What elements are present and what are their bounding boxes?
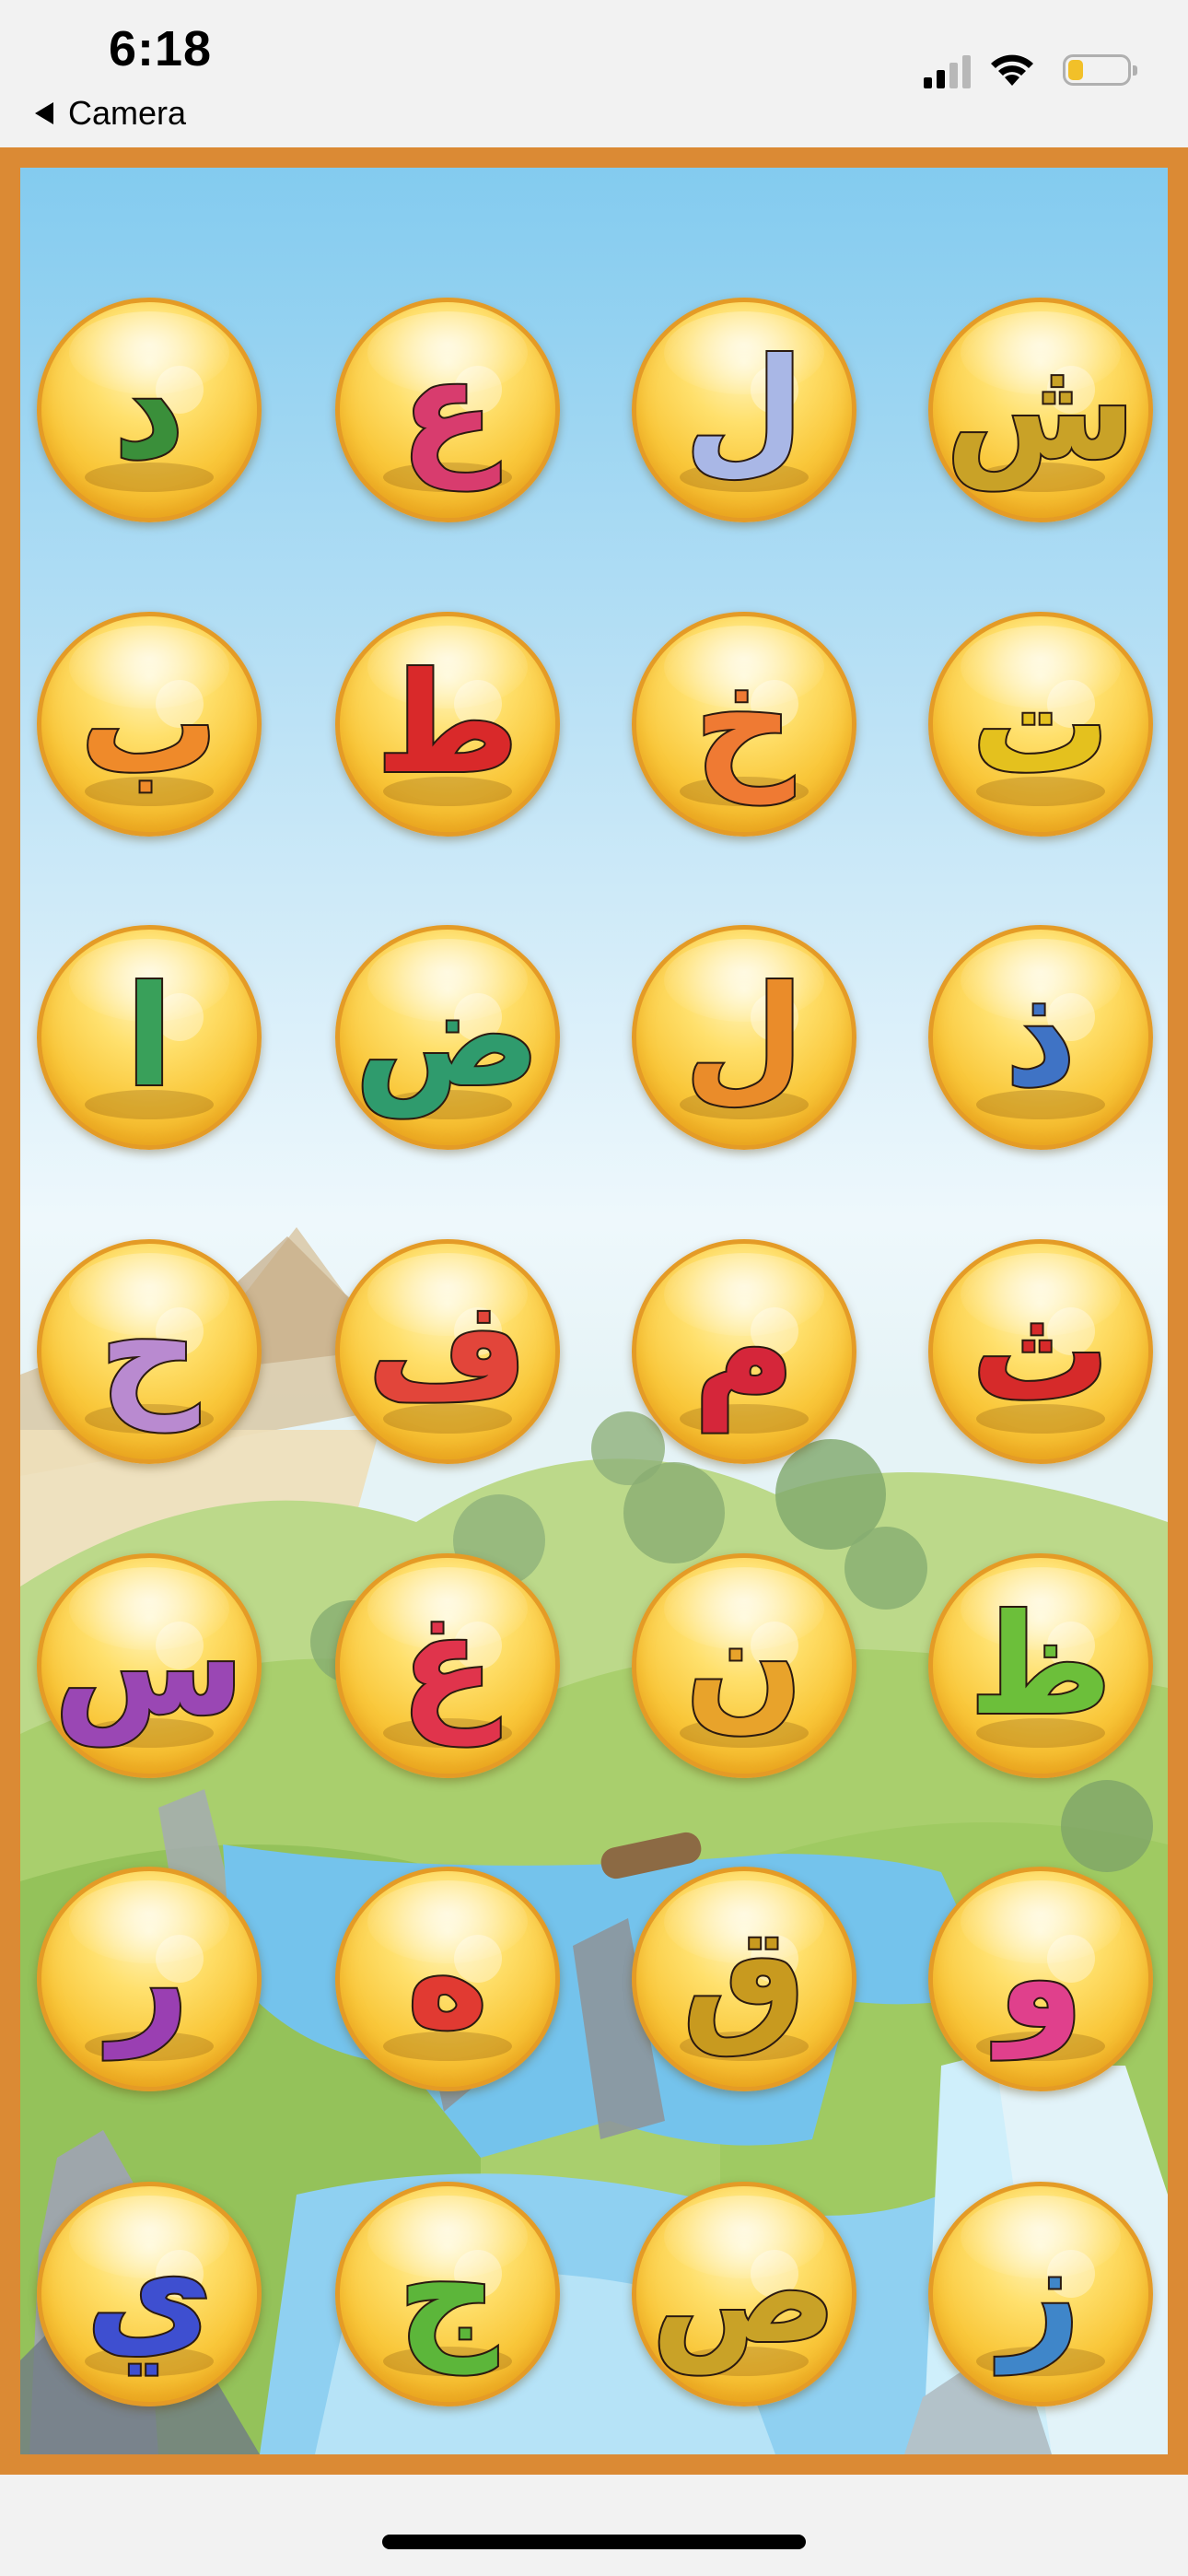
- boy-playing-instrument-icon: [680, 366, 809, 492]
- status-bar: 6:18 Camera: [0, 0, 1188, 147]
- letter-tile-peacock[interactable]: ط: [335, 612, 560, 837]
- woman-in-dress-icon: [383, 1622, 512, 1748]
- turtle-icon: [85, 1622, 214, 1748]
- queen-on-sofa-icon: [976, 680, 1105, 806]
- letter-tile-turtle[interactable]: س: [37, 1553, 262, 1778]
- signal-bar: [962, 55, 971, 88]
- battery-icon: [1063, 54, 1137, 86]
- swan-with-compass-icon: [85, 680, 214, 806]
- letter-tile-bull[interactable]: ث: [928, 1239, 1153, 1464]
- letter-tile-giraffe[interactable]: ز: [928, 2182, 1153, 2406]
- letter-tile-swan-with-compass[interactable]: ب: [37, 612, 262, 837]
- status-icons: [924, 52, 1137, 88]
- letter-tile-whale[interactable]: ح: [37, 1239, 262, 1464]
- back-to-camera-link[interactable]: Camera: [35, 90, 186, 136]
- cellular-signal-icon: [924, 52, 971, 88]
- hoopoe-on-pyramid-icon: [383, 1935, 512, 2061]
- letter-tile-painter-with-palette[interactable]: ا: [37, 925, 262, 1150]
- seashell-icon: [680, 1307, 809, 1434]
- signal-bar: [949, 63, 958, 88]
- back-triangle-icon: [35, 102, 53, 124]
- wolf-icon: [976, 993, 1105, 1119]
- peacock-icon: [383, 680, 512, 806]
- runner-icon: [85, 2250, 214, 2376]
- signal-bar: [924, 77, 932, 88]
- letter-tile-seal[interactable]: ف: [335, 1239, 560, 1464]
- camel-icon: [383, 2250, 512, 2376]
- letter-grid-screen: دعلشبطختاضلذحفمثسغنظرهقويجصز: [0, 147, 1188, 2475]
- letter-tile-camel[interactable]: ج: [335, 2182, 560, 2406]
- wifi-icon: [991, 54, 1033, 86]
- falcon-icon: [680, 2250, 809, 2376]
- monkey-on-vine-icon: [680, 1935, 809, 2061]
- letter-tile-girl-lying-down[interactable]: و: [928, 1867, 1153, 2091]
- battery-level: [1068, 60, 1083, 80]
- letter-tile-seashell[interactable]: م: [632, 1239, 856, 1464]
- giraffe-icon: [976, 2250, 1105, 2376]
- letter-tile-woman-in-dress[interactable]: غ: [335, 1553, 560, 1778]
- letter-tile-ostrich[interactable]: ن: [632, 1553, 856, 1778]
- painter-with-palette-icon: [85, 993, 214, 1119]
- seal-icon: [383, 1307, 512, 1434]
- letter-tile-queen-on-sofa[interactable]: ت: [928, 612, 1153, 837]
- letter-tile-polar-bear-on-sled[interactable]: د: [37, 298, 262, 522]
- letter-tile-boy-playing-instrument[interactable]: ل: [632, 298, 856, 522]
- back-link-label: Camera: [68, 94, 187, 132]
- ostrich-icon: [680, 1622, 809, 1748]
- girl-in-swing-icon: [680, 993, 809, 1119]
- letter-tile-girl-in-swing[interactable]: ل: [632, 925, 856, 1150]
- home-indicator[interactable]: [382, 2535, 806, 2549]
- status-time: 6:18: [109, 21, 213, 76]
- girl-lying-down-icon: [976, 1935, 1105, 2061]
- helmet-icon: [680, 680, 809, 806]
- polar-bear-on-sled-icon: [85, 366, 214, 492]
- letter-tile-astronaut[interactable]: ر: [37, 1867, 262, 2091]
- turban-hat-icon: [383, 366, 512, 492]
- bull-icon: [976, 1307, 1105, 1434]
- letter-tile-turban-hat[interactable]: ع: [335, 298, 560, 522]
- signal-bar: [937, 70, 945, 88]
- letter-tile-frog-on-rock[interactable]: ض: [335, 925, 560, 1150]
- gazelle-icon: [976, 1622, 1105, 1748]
- letter-tile-runner[interactable]: ي: [37, 2182, 262, 2406]
- letter-tile-monkey-on-vine[interactable]: ق: [632, 1867, 856, 2091]
- frog-on-rock-icon: [383, 993, 512, 1119]
- letter-tile-gazelle[interactable]: ظ: [928, 1553, 1153, 1778]
- whale-icon: [85, 1307, 214, 1434]
- letter-tile-hoopoe-on-pyramid[interactable]: ه: [335, 1867, 560, 2091]
- umbrella-icon: [976, 366, 1105, 492]
- astronaut-icon: [85, 1935, 214, 2061]
- letter-tile-umbrella[interactable]: ش: [928, 298, 1153, 522]
- letter-tile-helmet[interactable]: خ: [632, 612, 856, 837]
- letter-tile-wolf[interactable]: ذ: [928, 925, 1153, 1150]
- letter-tile-falcon[interactable]: ص: [632, 2182, 856, 2406]
